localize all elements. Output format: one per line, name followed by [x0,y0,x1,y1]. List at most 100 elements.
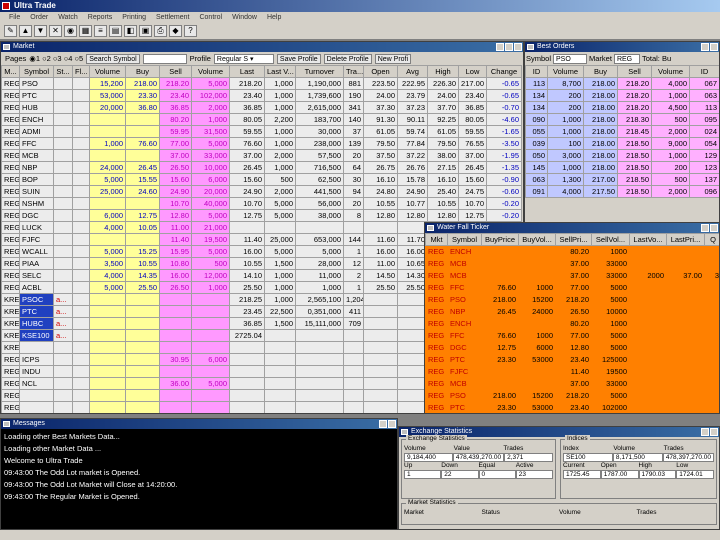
page-radio-4[interactable]: ○4 [64,54,75,63]
orders-icon[interactable]: ≡ [94,25,107,37]
menu-item-order[interactable]: Order [25,12,53,23]
bo-symbol-select[interactable]: PSO [553,53,588,64]
table-row[interactable]: REG FJFC 11.40 19500 [425,365,719,378]
menu-item-file[interactable]: File [4,12,25,23]
bo-market-select[interactable]: REG [613,53,640,64]
column-header[interactable]: BuyPrice [481,233,519,246]
column-header[interactable]: SellPri... [555,233,592,246]
table-row[interactable]: 055 1,000 218.00 218.45 2,000 024 [525,125,719,138]
table-row[interactable]: 039 100 218.00 218.50 9,000 054 [525,137,719,150]
column-header[interactable]: LastPri... [666,233,705,246]
menu-item-window[interactable]: Window [227,12,262,23]
table-row[interactable]: 091 4,000 217.50 218.50 2,000 096 [525,185,719,198]
table-row[interactable]: REG DGC 12.75 6000 12.80 5000 [425,341,719,354]
column-header[interactable]: St... [53,65,73,78]
minimize-icon[interactable] [701,428,709,436]
page-radio-1[interactable]: ◉1 [29,54,42,63]
column-header[interactable]: Buy [125,65,160,78]
table-row[interactable]: 113 8,700 218.00 218.20 4,000 067 [525,77,719,90]
help-icon[interactable]: ? [184,25,197,37]
menu-item-control[interactable]: Control [194,12,227,23]
column-header[interactable]: Symbol [19,65,54,78]
column-header[interactable]: Q [704,233,719,246]
report-icon[interactable]: ▣ [139,25,152,37]
menu-item-settlement[interactable]: Settlement [151,12,194,23]
table-row[interactable]: REG NBP 26.45 24000 26.50 10000 [425,305,719,318]
buy-icon[interactable]: ▲ [19,25,32,37]
column-header[interactable]: Volume [547,65,584,78]
close-icon[interactable] [710,43,718,51]
column-header[interactable]: Last [229,65,265,78]
table-row[interactable]: REGFFC76.60100077.005000 [426,414,720,415]
table-row[interactable]: REG PSO 218.00 15200 218.20 5000 [425,389,719,402]
menu-item-printing[interactable]: Printing [117,12,151,23]
close-icon[interactable] [710,428,718,436]
page-radio-3[interactable]: ○3 [53,54,64,63]
table-row[interactable]: REG ENCH 80.20 1000 [425,317,719,330]
column-header[interactable]: High [427,65,459,78]
column-header[interactable]: SellVol... [591,233,630,246]
column-header[interactable]: Last V... [264,65,296,78]
close-icon[interactable] [514,43,522,51]
table-row[interactable]: REG ENCH 80.20 1,000 80.05 2,200 183,700 140 91.… [1,113,522,126]
minimize-icon[interactable] [701,43,709,51]
menu-item-help[interactable]: Help [262,12,286,23]
ticker-icon[interactable]: ◧ [124,25,137,37]
table-row[interactable]: REG PSO 218.00 15200 218.20 5000 [425,293,719,306]
column-header[interactable]: Mkt [425,233,448,246]
menu-item-reports[interactable]: Reports [83,12,118,23]
table-row[interactable]: REG HUB 20,000 36.80 36.85 2,000 36.85 1,000 2,6… [1,101,522,114]
table-row[interactable]: REG DGC 6,000 12.75 12.80 5,000 12.75 5,000 38,0… [1,209,522,222]
new-order-icon[interactable]: ✎ [4,25,17,37]
column-header[interactable]: Symbol [447,233,482,246]
lock-icon[interactable]: ◆ [169,25,182,37]
column-header[interactable]: ID [689,65,719,78]
table-row[interactable]: REG MCB 37.00 33000 2000 37.00 3 [425,269,719,282]
column-header[interactable]: Volume [191,65,230,78]
column-header[interactable]: Tra... [343,65,364,78]
column-header[interactable]: Open [363,65,398,78]
column-header[interactable]: ID [525,65,548,78]
table-row[interactable]: REG MCB 37.00 33,000 37.00 2,000 57,500 20 37.50… [1,149,522,162]
table-row[interactable]: REG SUIN 25,000 24.60 24.90 20,000 24.90 2,000 4… [1,185,522,198]
table-row[interactable]: REG ADMI 59.95 31,500 59.55 1,000 30,000 37 61.0… [1,125,522,138]
minimize-icon[interactable] [496,43,504,51]
column-header[interactable]: Buy [583,65,618,78]
search-symbol-button[interactable]: Search Symbol [86,53,140,64]
column-header[interactable]: Volume [651,65,690,78]
column-header[interactable]: Change [486,65,522,78]
table-row[interactable]: REGFFC76.60100077.005000 [425,329,719,342]
close-icon[interactable] [388,420,396,428]
new-profile-button[interactable]: New Profi [374,53,412,64]
table-row[interactable]: REG ENCH 80.20 1000 [425,245,719,258]
table-row[interactable]: REG PTC 53,000 23.30 23.40 102,000 23.40 1,000 1… [1,89,522,102]
menu-item-watch[interactable]: Watch [53,12,83,23]
search-symbol-input[interactable] [142,53,187,64]
column-header[interactable]: Volume [89,65,126,78]
column-header[interactable]: Sell [159,65,192,78]
column-header[interactable]: BuyVol... [518,233,556,246]
cancel-icon[interactable]: ✕ [49,25,62,37]
minimize-icon[interactable] [701,224,709,232]
table-row[interactable]: 134 200 218.00 218.20 1,000 063 [525,89,719,102]
column-header[interactable]: Fl... [72,65,90,78]
delete-profile-button[interactable]: Delete Profile [323,53,372,64]
save-profile-button[interactable]: Save Profile [276,53,321,64]
column-header[interactable]: Sell [617,65,652,78]
close-icon[interactable] [710,224,718,232]
chart-icon[interactable]: ▤ [109,25,122,37]
column-header[interactable]: LastVo... [629,233,667,246]
table-row[interactable]: 063 1,300 217.00 218.50 500 137 [525,173,719,186]
table-row[interactable]: REG PTC 23.30 53000 23.40 102000 [425,401,719,413]
market-icon[interactable]: ▦ [79,25,92,37]
table-row[interactable]: REG NSHM 10.70 40,000 10.70 5,000 56,000 20 10.5… [1,197,522,210]
table-row[interactable]: REG PTC 23.30 53000 23.40 125000 [425,353,719,366]
page-radio-2[interactable]: ○2 [42,54,53,63]
sell-icon[interactable]: ▼ [34,25,47,37]
profile-select[interactable]: Regular S ▾ [213,53,274,64]
print-icon[interactable]: ⎙ [154,25,167,37]
column-header[interactable]: Low [458,65,487,78]
table-row[interactable]: REG NBP 24,000 26.45 26.50 10,000 26.45 1,000 71… [1,161,522,174]
watch-icon[interactable]: ◉ [64,25,77,37]
table-row[interactable]: REG BOP 5,000 15.55 15.60 6,000 15.60 500 62,500… [1,173,522,186]
